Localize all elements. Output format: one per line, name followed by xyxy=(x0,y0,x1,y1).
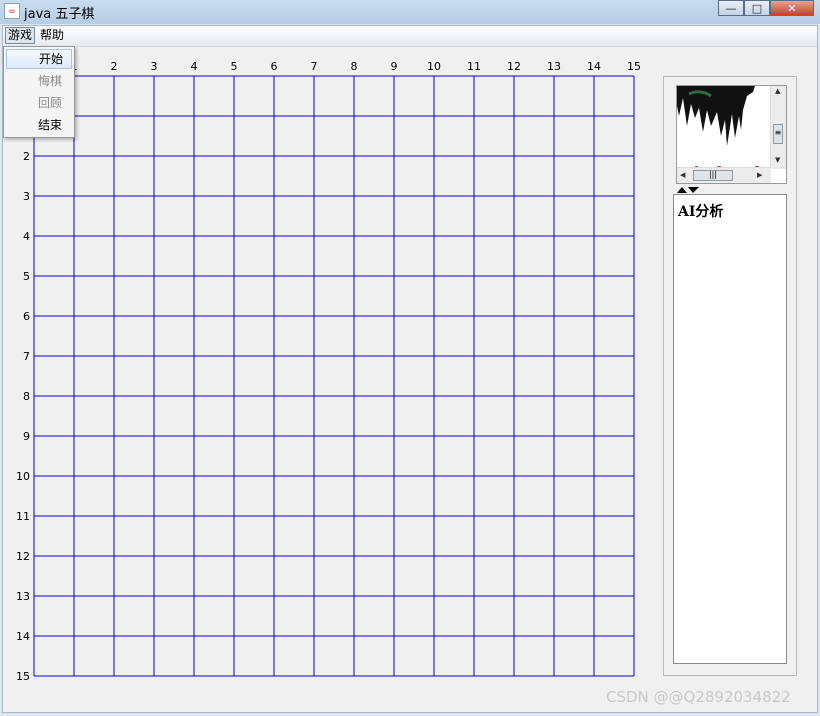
scroll-thumb-horizontal[interactable]: ||| xyxy=(693,170,733,181)
column-label: 6 xyxy=(271,60,278,73)
menu-help[interactable]: 帮助 xyxy=(38,27,66,44)
row-label: 15 xyxy=(16,670,30,683)
title-bar: ☕ java 五子棋 — □ ✕ xyxy=(0,0,820,24)
scroll-right-icon[interactable]: ▶ xyxy=(757,171,762,179)
horizontal-scrollbar[interactable]: ◀ ||| ▶ xyxy=(677,167,771,183)
row-label: 11 xyxy=(16,510,30,523)
scroll-up-icon[interactable]: ▲ xyxy=(775,87,780,95)
ai-analysis-title: AI分析 xyxy=(678,204,724,220)
row-label: 7 xyxy=(23,350,30,363)
window-title: java 五子棋 xyxy=(24,7,95,22)
menu-item-start[interactable]: 开始 xyxy=(6,49,72,69)
column-label: 2 xyxy=(111,60,118,73)
row-label: 10 xyxy=(16,470,30,483)
watermark: CSDN @@Q2892034822 xyxy=(606,688,791,706)
collapse-up-icon xyxy=(677,187,687,193)
collapse-down-icon xyxy=(688,187,699,193)
scroll-left-icon[interactable]: ◀ xyxy=(680,171,685,179)
column-label: 15 xyxy=(627,60,641,73)
column-label: 10 xyxy=(427,60,441,73)
column-label: 11 xyxy=(467,60,481,73)
ai-analysis-pane[interactable]: AI分析 xyxy=(673,194,787,664)
minimize-button[interactable]: — xyxy=(718,0,744,16)
column-label: 8 xyxy=(351,60,358,73)
menu-game[interactable]: 游戏 xyxy=(5,27,36,44)
column-label: 3 xyxy=(151,60,158,73)
row-label: 13 xyxy=(16,590,30,603)
column-label: 9 xyxy=(391,60,398,73)
menu-bar: 游戏 帮助 xyxy=(3,26,817,47)
maximize-button[interactable]: □ xyxy=(744,0,770,16)
row-label: 4 xyxy=(23,230,30,243)
preview-image xyxy=(677,86,771,169)
scroll-thumb-vertical[interactable]: ≡ xyxy=(773,124,783,144)
window-controls: — □ ✕ xyxy=(718,0,814,18)
split-pane-divider[interactable] xyxy=(676,185,706,194)
menu-item-undo: 悔棋 xyxy=(38,74,63,88)
column-label: 4 xyxy=(191,60,198,73)
column-label: 5 xyxy=(231,60,238,73)
java-cup-icon: ☕ xyxy=(4,3,20,19)
image-preview-pane[interactable]: ▲ ≡ ▼ ◀ ||| ▶ xyxy=(676,85,787,184)
game-menu-dropdown: 开始 悔棋 回顾 结束 xyxy=(3,46,75,138)
row-label: 9 xyxy=(23,430,30,443)
row-label: 5 xyxy=(23,270,30,283)
column-label: 14 xyxy=(587,60,601,73)
scroll-down-icon[interactable]: ▼ xyxy=(775,156,780,164)
column-label: 13 xyxy=(547,60,561,73)
gomoku-board[interactable]: 1234567891011121314151234567891011121314… xyxy=(3,26,663,716)
row-label: 8 xyxy=(23,390,30,403)
row-label: 12 xyxy=(16,550,30,563)
row-label: 2 xyxy=(23,150,30,163)
row-label: 6 xyxy=(23,310,30,323)
vertical-scrollbar[interactable]: ▲ ≡ ▼ xyxy=(770,86,786,169)
row-label: 3 xyxy=(23,190,30,203)
row-label: 14 xyxy=(16,630,30,643)
menu-item-review: 回顾 xyxy=(38,96,63,110)
menu-item-end[interactable]: 结束 xyxy=(6,115,72,135)
column-label: 12 xyxy=(507,60,521,73)
column-label: 7 xyxy=(311,60,318,73)
close-button[interactable]: ✕ xyxy=(770,0,814,16)
board-grid[interactable]: 1234567891011121314151234567891011121314… xyxy=(3,26,663,716)
